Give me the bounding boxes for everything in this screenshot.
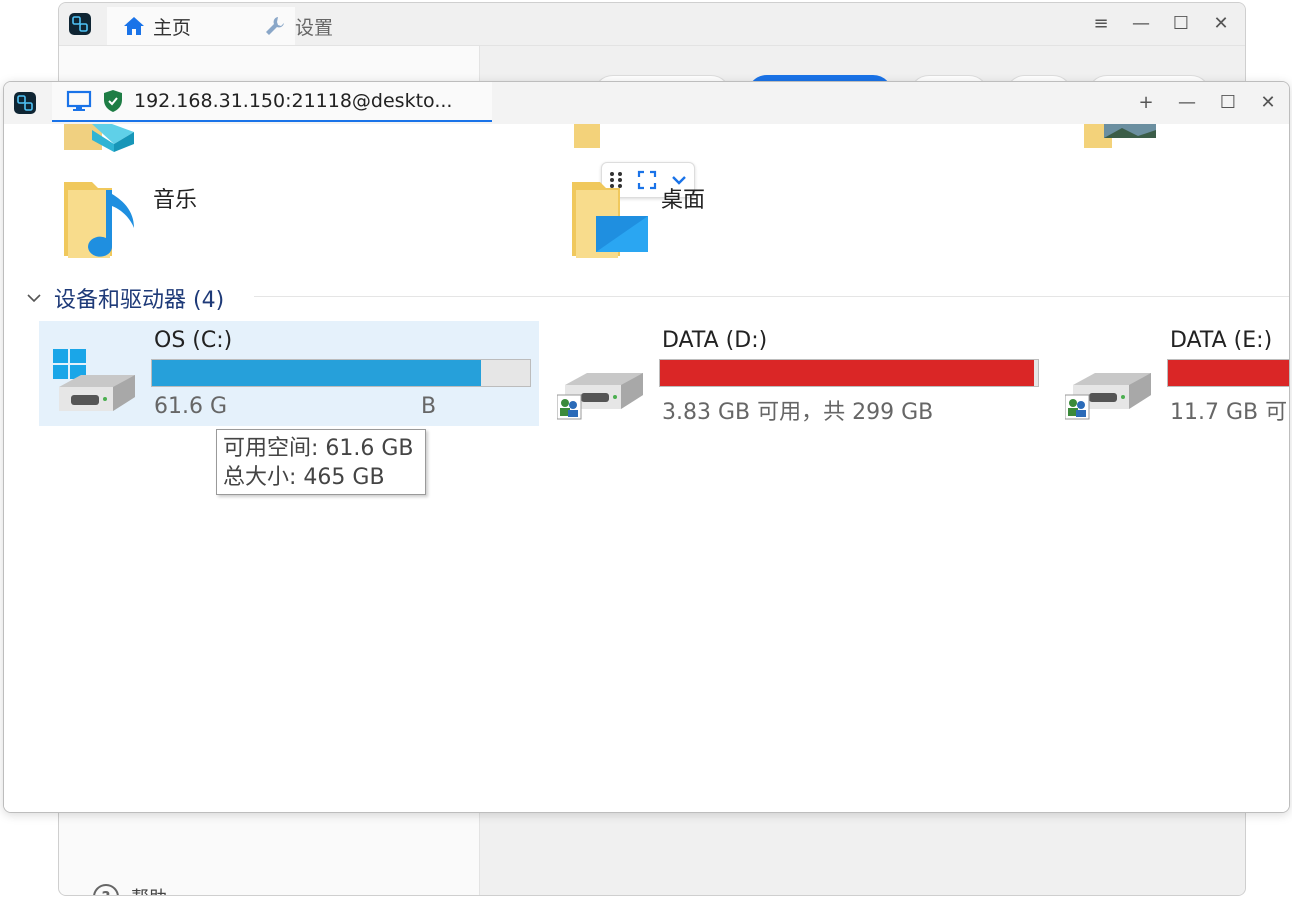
desktop-folder-icon[interactable] bbox=[570, 176, 654, 260]
tooltip-total-size: 总大小: 465 GB bbox=[223, 465, 385, 490]
drive-c-free-text: 61.6 G bbox=[154, 394, 228, 419]
music-folder-label[interactable]: 音乐 bbox=[153, 182, 197, 214]
windows-drive-icon bbox=[53, 349, 135, 411]
tooltip-free-space: 可用空间: 61.6 GB bbox=[223, 436, 414, 461]
drive-e-usage-bar bbox=[1167, 359, 1289, 387]
remote-session-title: 192.168.31.150:21118@deskto... bbox=[134, 90, 453, 112]
home-icon bbox=[124, 17, 144, 35]
drive-d-usage-bar bbox=[659, 359, 1039, 387]
drive-e-free-text: 11.7 GB 可 bbox=[1170, 400, 1288, 425]
drive-d[interactable]: DATA (D:) 3.83 GB 可用，共 299 GB bbox=[549, 321, 1049, 426]
help-link[interactable]: ? 帮助 bbox=[93, 884, 167, 895]
shield-check-icon bbox=[104, 90, 122, 112]
drive-d-usage-fill bbox=[660, 360, 1035, 386]
drive-d-free-text: 3.83 GB 可用，共 299 GB bbox=[662, 400, 934, 425]
tab-home-label: 主页 bbox=[153, 16, 192, 39]
network-drive-icon bbox=[557, 373, 643, 420]
minimize-button[interactable]: — bbox=[1175, 92, 1199, 113]
folder-icon bbox=[574, 124, 600, 148]
close-button[interactable]: ✕ bbox=[1256, 92, 1280, 113]
drive-e-name: DATA (E:) bbox=[1170, 328, 1273, 353]
wrench-icon bbox=[266, 17, 284, 35]
tab-settings-label: 设置 bbox=[295, 16, 334, 39]
drive-e-usage-fill bbox=[1168, 360, 1289, 386]
desktop-folder-label[interactable]: 桌面 bbox=[661, 182, 705, 214]
close-button[interactable]: ✕ bbox=[1209, 13, 1233, 34]
drive-c-free-text-tail: B bbox=[421, 394, 437, 419]
app-logo-icon bbox=[69, 13, 91, 35]
3d-objects-folder-icon bbox=[64, 124, 134, 152]
drive-c-name: OS (C:) bbox=[154, 328, 233, 353]
background-titlebar: 主页 设置 ≡ — ☐ ✕ bbox=[59, 3, 1245, 46]
chevron-down-icon[interactable] bbox=[26, 292, 42, 304]
remote-screen[interactable]: 音乐 桌面 设备和驱动器 (4) OS (C:) 61.6 G B DATA (… bbox=[4, 124, 1289, 812]
minimize-button[interactable]: — bbox=[1129, 13, 1153, 34]
tab-settings[interactable]: 设置 bbox=[263, 7, 333, 45]
remote-titlebar: 192.168.31.150:21118@deskto... + — ☐ ✕ bbox=[4, 82, 1289, 125]
drive-d-name: DATA (D:) bbox=[662, 328, 768, 353]
remote-session-window: 192.168.31.150:21118@deskto... + — ☐ ✕ 音… bbox=[3, 81, 1290, 813]
drive-e[interactable]: DATA (E:) 11.7 GB 可 bbox=[1057, 321, 1289, 426]
monitor-icon bbox=[66, 90, 92, 111]
devices-section-header[interactable]: 设备和驱动器 (4) bbox=[26, 282, 224, 314]
new-tab-button[interactable]: + bbox=[1134, 92, 1158, 113]
drive-tooltip: 可用空间: 61.6 GB 总大小: 465 GB bbox=[216, 429, 426, 495]
pictures-folder-icon bbox=[1084, 124, 1156, 148]
help-icon: ? bbox=[93, 884, 119, 895]
drive-c-usage-bar bbox=[151, 359, 531, 387]
drive-c[interactable]: OS (C:) 61.6 G B bbox=[39, 321, 539, 426]
music-folder-icon[interactable] bbox=[62, 176, 142, 260]
help-label: 帮助 bbox=[131, 884, 167, 895]
drive-c-usage-fill bbox=[152, 360, 481, 386]
menu-button[interactable]: ≡ bbox=[1089, 13, 1113, 34]
devices-section-title: 设备和驱动器 (4) bbox=[54, 288, 225, 313]
section-divider bbox=[254, 296, 1289, 297]
maximize-button[interactable]: ☐ bbox=[1216, 92, 1240, 113]
maximize-button[interactable]: ☐ bbox=[1169, 13, 1193, 34]
remote-session-tab[interactable]: 192.168.31.150:21118@deskto... bbox=[52, 82, 492, 122]
app-logo-icon bbox=[14, 92, 36, 114]
network-drive-icon bbox=[1065, 373, 1151, 420]
